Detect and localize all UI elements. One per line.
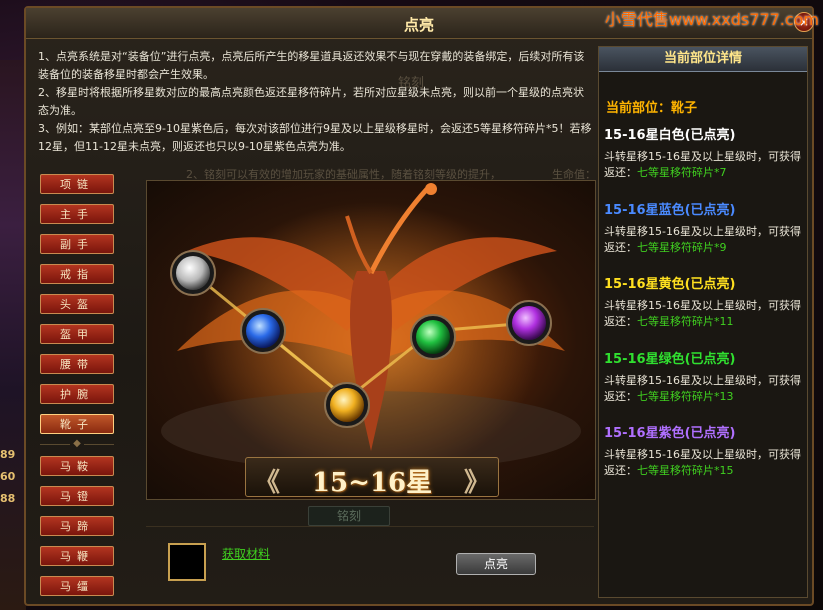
watermark-text: 小雪代售www.xxds777.com	[604, 10, 819, 29]
slot-necklace-button[interactable]: 项链	[40, 174, 114, 194]
slot-reins-button[interactable]: 马缰	[40, 576, 114, 596]
slot-boots-button[interactable]: 靴子	[40, 414, 114, 434]
tier-reward: 七等星移符碎片*15	[637, 464, 734, 477]
part-detail-panel: 当前部位详情 当前部位：靴子 15-16星白色(已点亮) 斗转星移15-16星及…	[598, 46, 808, 598]
tier-description: 斗转星移15-16星及以上星级时，可获得返还：七等星移符碎片*13	[604, 373, 804, 405]
tier-reward: 七等星移符碎片*13	[637, 390, 734, 403]
tier-reward: 七等星移符碎片*11	[637, 315, 734, 328]
tier-description: 斗转星移15-16星及以上星级时，可获得返还：七等星移符碎片*9	[604, 224, 804, 256]
tier-description: 斗转星移15-16星及以上星级时，可获得返还：七等星移符碎片*15	[604, 447, 804, 479]
tier-title: 15-16星绿色(已点亮)	[604, 352, 736, 367]
left-stat-value: 89	[0, 448, 16, 461]
slot-helmet-button[interactable]: 头盔	[40, 294, 114, 314]
tier-title: 15-16星黄色(已点亮)	[604, 277, 736, 292]
tier-title: 15-16星白色(已点亮)	[604, 128, 736, 143]
slot-off-hand-button[interactable]: 副手	[40, 234, 114, 254]
orb-white-icon[interactable]	[170, 250, 216, 296]
description-paragraph: 1、点亮系统是对“装备位”进行点亮，点亮后所产生的移星道具返还效果不与现在穿戴的…	[38, 50, 592, 153]
tier-description: 斗转星移15-16星及以上星级时，可获得返还：七等星移符碎片*11	[604, 298, 804, 330]
slot-stirrup-button[interactable]: 马镫	[40, 486, 114, 506]
slot-belt-button[interactable]: 腰带	[40, 354, 114, 374]
slot-whip-button[interactable]: 马鞭	[40, 546, 114, 566]
tier-reward: 七等星移符碎片*9	[637, 241, 727, 254]
light-up-button[interactable]: 点亮	[456, 553, 536, 575]
left-stat-value: 88	[0, 492, 16, 505]
orb-green-icon[interactable]	[410, 314, 456, 360]
slot-armor-button[interactable]: 盔甲	[40, 324, 114, 344]
light-up-window: 点亮 × 铭刻 2、铭刻可以有效的增加玩家的基础属性，随着铭刻等级的提升， 生命…	[24, 6, 814, 606]
orb-purple-icon[interactable]	[506, 300, 552, 346]
slot-saddle-button[interactable]: 马鞍	[40, 456, 114, 476]
tier-green: 15-16星绿色(已点亮) 斗转星移15-16星及以上星级时，可获得返还：七等星…	[604, 351, 804, 405]
orb-blue-icon[interactable]	[240, 308, 286, 354]
slot-bracer-button[interactable]: 护腕	[40, 384, 114, 404]
tier-yellow: 15-16星黄色(已点亮) 斗转星移15-16星及以上星级时，可获得返还：七等星…	[604, 276, 804, 330]
star-range-label: 15~16星	[311, 468, 433, 498]
current-part-label: 当前部位：靴子	[606, 101, 698, 116]
tier-title: 15-16星蓝色(已点亮)	[604, 203, 736, 218]
get-material-link[interactable]: 获取材料	[222, 545, 270, 562]
slot-ring-button[interactable]: 戒指	[40, 264, 114, 284]
tier-purple: 15-16星紫色(已点亮) 斗转星移15-16星及以上星级时，可获得返还：七等星…	[604, 425, 804, 479]
slot-list-divider: ◆	[40, 439, 114, 449]
bg-ming-ke-button: 铭刻	[308, 506, 390, 526]
left-stat-value: 60	[0, 470, 16, 483]
next-range-arrow-icon[interactable]: 》	[464, 462, 490, 499]
orb-yellow-icon[interactable]	[324, 382, 370, 428]
detail-panel-header: 当前部位详情	[599, 47, 807, 72]
phoenix-scene: 《 15~16星 》	[146, 180, 596, 500]
tier-description: 斗转星移15-16星及以上星级时，可获得返还：七等星移符碎片*7	[604, 149, 804, 181]
slot-main-hand-button[interactable]: 主手	[40, 204, 114, 224]
tier-reward: 七等星移符碎片*7	[637, 166, 727, 179]
tier-white: 15-16星白色(已点亮) 斗转星移15-16星及以上星级时，可获得返还：七等星…	[604, 127, 804, 181]
description-text: 1、点亮系统是对“装备位”进行点亮，点亮后所产生的移星道具返还效果不与现在穿戴的…	[38, 48, 594, 156]
material-slot[interactable]	[168, 543, 206, 581]
star-range-selector: 《 15~16星 》	[245, 457, 499, 499]
bottom-action-area: 获取材料 点亮	[146, 526, 594, 595]
tier-blue: 15-16星蓝色(已点亮) 斗转星移15-16星及以上星级时，可获得返还：七等星…	[604, 202, 804, 256]
tier-title: 15-16星紫色(已点亮)	[604, 426, 736, 441]
slot-horseshoe-button[interactable]: 马蹄	[40, 516, 114, 536]
phoenix-illustration	[161, 183, 581, 481]
game-left-strip: 89 60 88	[0, 60, 26, 610]
